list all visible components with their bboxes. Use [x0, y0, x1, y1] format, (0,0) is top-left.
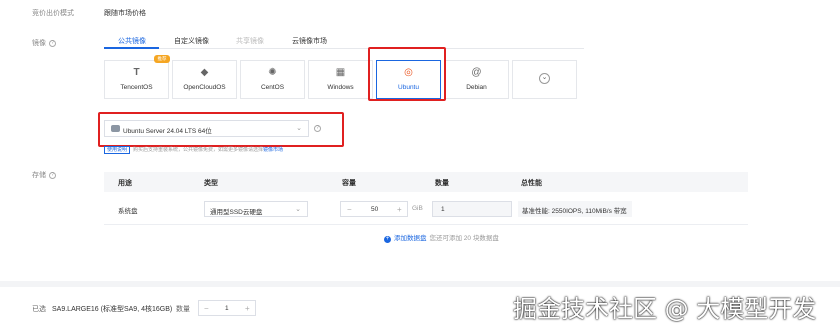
image-label: 镜像? — [32, 38, 56, 48]
tab-shared-image[interactable]: 共享镜像 — [236, 36, 264, 46]
storage-table-header — [104, 172, 748, 192]
os-tile-label: Debian — [466, 84, 487, 91]
plus-icon[interactable]: + — [397, 205, 402, 214]
col-count: 数量 — [435, 180, 449, 187]
os-tile-more[interactable]: ⌄ — [512, 60, 577, 99]
tab-custom-image[interactable]: 自定义镜像 — [174, 36, 209, 46]
divider — [104, 224, 748, 225]
os-tile-opencloudos[interactable]: ◆ OpenCloudOS — [172, 60, 237, 99]
minus-icon[interactable]: − — [204, 304, 209, 313]
hint-text: 购买后支持重装系统，公共镜像免费，如需更多镜像请选择 — [133, 147, 264, 153]
tab-divider — [104, 48, 584, 49]
highlight-ubuntu — [368, 47, 446, 101]
disk-type-select[interactable]: 通用型SSD云硬盘 ⌄ — [204, 201, 308, 217]
capacity-unit: GiB — [412, 205, 423, 212]
config-panel: 竞价出价模式 跟随市场价格 镜像? 公共镜像 自定义镜像 共享镜像 云镜像市场 … — [0, 0, 840, 281]
billing-value: 跟随市场价格 — [104, 10, 146, 17]
capacity-stepper[interactable]: − 50 + — [340, 201, 408, 217]
selected-spec: SA9.LARGE16 (标准型SA9, 4核16GB) — [52, 306, 173, 313]
disk-usage: 系统盘 — [118, 208, 138, 215]
os-tile-label: Windows — [327, 84, 354, 91]
add-data-disk-hint: 您还可添加 20 块数据盘 — [429, 235, 499, 242]
col-performance: 总性能 — [521, 180, 542, 187]
capacity-value[interactable]: 50 — [371, 206, 378, 213]
billing-label: 竞价出价模式 — [32, 10, 74, 17]
qty-stepper[interactable]: − 1 + — [198, 300, 256, 316]
centos-icon: ✺ — [268, 67, 277, 78]
tab-active-indicator — [104, 47, 159, 49]
performance-box: 基准性能: 2550IOPS, 110MiB/s 带宽 — [518, 201, 632, 217]
os-tile-tencentos[interactable]: T TencentOS — [104, 60, 169, 99]
os-tile-label: CentOS — [260, 84, 285, 91]
watermark: 掘金技术社区 @ 大模型开发 — [513, 295, 817, 323]
market-link[interactable]: 镜像市场 — [263, 147, 283, 153]
col-usage: 用途 — [118, 180, 132, 187]
storage-label: 存储? — [32, 170, 56, 180]
disk-count: 1 — [441, 206, 445, 213]
os-tile-label: TencentOS — [120, 84, 153, 91]
col-type: 类型 — [204, 180, 218, 187]
qty-value[interactable]: 1 — [225, 305, 229, 312]
add-data-disk-link[interactable]: 添加数据盘 — [394, 235, 427, 242]
add-data-disk[interactable]: + 添加数据盘 您还可添加 20 块数据盘 — [384, 232, 499, 243]
tab-public-image[interactable]: 公共镜像 — [118, 36, 146, 46]
help-icon[interactable]: ? — [49, 171, 56, 179]
performance-value: 基准性能: 2550IOPS, 110MiB/s 带宽 — [522, 208, 627, 215]
selected-label: 已选 — [32, 306, 46, 313]
debian-icon: @ — [471, 67, 482, 78]
plus-circle-icon: + — [384, 236, 391, 243]
opencloudos-icon: ◆ — [200, 67, 209, 78]
windows-icon: ▦ — [335, 67, 346, 78]
recommend-badge: 推荐 — [154, 55, 170, 63]
os-tile-debian[interactable]: @ Debian — [444, 60, 509, 99]
image-hint: 使用说明 购买后支持重装系统，公共镜像免费，如需更多镜像请选择镜像市场 — [104, 146, 283, 154]
col-capacity: 容量 — [342, 180, 356, 187]
os-tile-centos[interactable]: ✺ CentOS — [240, 60, 305, 99]
os-tile-label: OpenCloudOS — [183, 84, 226, 91]
disk-count-field: 1 — [432, 201, 512, 217]
hint-tag[interactable]: 使用说明 — [104, 146, 131, 154]
os-tile-windows[interactable]: ▦ Windows — [308, 60, 373, 99]
chevron-down-icon: ⌄ — [539, 73, 550, 84]
tab-image-market[interactable]: 云镜像市场 — [292, 36, 327, 46]
highlight-version — [98, 112, 344, 147]
disk-type: 通用型SSD云硬盘 — [210, 209, 263, 216]
help-icon[interactable]: ? — [49, 39, 56, 47]
minus-icon[interactable]: − — [347, 205, 352, 214]
chevron-down-icon: ⌄ — [295, 206, 301, 213]
tencentos-icon: T — [133, 67, 140, 78]
plus-icon[interactable]: + — [245, 304, 250, 313]
qty-label: 数量 — [176, 306, 190, 313]
